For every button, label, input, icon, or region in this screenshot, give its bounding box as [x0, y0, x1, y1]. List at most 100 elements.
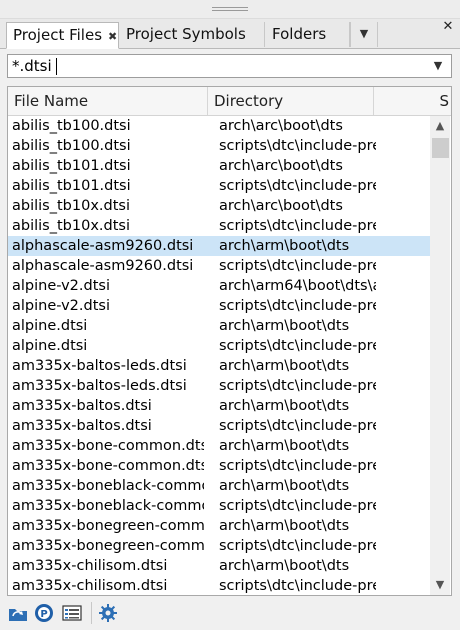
table-row[interactable]: am335x-bonegreen-common.dtsi scripts\dtc\…: [8, 536, 430, 556]
table-row[interactable]: am335x-bonegreen-common.dtsi arch\arm\boo…: [8, 516, 430, 536]
file-name-cell: abilis_tb10x.dtsi: [12, 218, 130, 234]
table-row[interactable]: abilis_tb101.dtsi scripts\dtc\include-pre…: [8, 176, 430, 196]
file-name-cell: am335x-baltos-leds.dtsi: [12, 358, 187, 374]
file-name-cell: am335x-boneblack-common.dtsi: [12, 498, 204, 514]
directory-cell: scripts\dtc\include-prefixes: [219, 138, 376, 154]
tab-label: Project Files: [13, 26, 103, 44]
scroll-up-arrow-icon[interactable]: ▲: [430, 116, 450, 136]
file-name-cell: alpine-v2.dtsi: [12, 278, 110, 294]
directory-cell: scripts\dtc\include-prefixes: [219, 178, 376, 194]
file-name-cell: am335x-baltos.dtsi: [12, 418, 152, 434]
directory-cell: scripts\dtc\include-prefixes: [219, 458, 376, 474]
column-header-file-name[interactable]: File Name: [8, 87, 208, 115]
directory-cell: arch\arm64\boot\dts\al: [219, 278, 376, 294]
file-name-cell: am335x-baltos-leds.dtsi: [12, 378, 187, 394]
file-name-cell: am335x-bonegreen-common.dtsi: [12, 518, 204, 534]
directory-cell: scripts\dtc\include-prefixes: [219, 338, 376, 354]
folder-sync-icon[interactable]: [7, 602, 29, 624]
directory-cell: arch\arm\boot\dts: [219, 518, 350, 534]
table-row[interactable]: am335x-chilisom.dtsi arch\arm\boot\dts: [8, 556, 430, 576]
directory-cell: arch\arm\boot\dts: [219, 478, 350, 494]
scroll-down-arrow-icon[interactable]: ▼: [430, 575, 450, 595]
table-row[interactable]: am335x-baltos.dtsi scripts\dtc\include-pr…: [8, 416, 430, 436]
tab-project-files[interactable]: Project Files ✖: [6, 22, 119, 49]
file-name-cell: am335x-boneblack-common.dtsi: [12, 478, 204, 494]
svg-text:P: P: [40, 609, 47, 620]
table-row[interactable]: abilis_tb101.dtsi arch\arc\boot\dts: [8, 156, 430, 176]
tab-overflow-chevron-icon[interactable]: ▼: [350, 22, 378, 47]
table-row[interactable]: alpine-v2.dtsi arch\arm64\boot\dts\al: [8, 276, 430, 296]
directory-cell: arch\arm\boot\dts: [219, 438, 350, 454]
table-row[interactable]: alpine.dtsi arch\arm\boot\dts: [8, 316, 430, 336]
bottom-toolbar: P: [0, 598, 460, 630]
directory-cell: arch\arc\boot\dts: [219, 158, 343, 174]
directory-cell: arch\arc\boot\dts: [219, 118, 343, 134]
scrollbar-thumb[interactable]: [432, 138, 449, 158]
directory-cell: scripts\dtc\include-prefixes: [219, 378, 376, 394]
directory-cell: scripts\dtc\include-prefixes: [219, 298, 376, 314]
file-name-cell: abilis_tb101.dtsi: [12, 178, 131, 194]
table-row[interactable]: am335x-chilisom.dtsi scripts\dtc\include-…: [8, 576, 430, 595]
file-name-cell: alpine-v2.dtsi: [12, 298, 110, 314]
table-row[interactable]: am335x-baltos.dtsi arch\arm\boot\dts: [8, 396, 430, 416]
table-row[interactable]: abilis_tb10x.dtsi arch\arc\boot\dts: [8, 196, 430, 216]
directory-cell: scripts\dtc\include-prefixes: [219, 418, 376, 434]
table-row[interactable]: abilis_tb10x.dtsi scripts\dtc\include-pre…: [8, 216, 430, 236]
table-row[interactable]: alpine-v2.dtsi scripts\dtc\include-prefix…: [8, 296, 430, 316]
directory-cell: arch\arm\boot\dts: [219, 238, 350, 254]
list-rows: abilis_tb100.dtsi arch\arc\boot\dts abilis…: [8, 116, 430, 595]
column-header-directory[interactable]: Directory: [208, 87, 374, 115]
table-row[interactable]: am335x-bone-common.dtsi arch\arm\boot\dts: [8, 436, 430, 456]
file-name-cell: abilis_tb100.dtsi: [12, 118, 131, 134]
toolbar-separator: [91, 602, 92, 624]
table-row[interactable]: alphascale-asm9260.dtsi scripts\dtc\inclu…: [8, 256, 430, 276]
tab-folders[interactable]: Folders: [266, 22, 350, 47]
directory-cell: scripts\dtc\include-prefixes: [219, 258, 376, 274]
table-row[interactable]: alpine.dtsi scripts\dtc\include-prefixes: [8, 336, 430, 356]
tab-label: Project Symbols: [126, 25, 246, 43]
table-row[interactable]: am335x-bone-common.dtsi scripts\dtc\inclu…: [8, 456, 430, 476]
column-header-size[interactable]: S: [374, 87, 451, 115]
directory-cell: scripts\dtc\include-prefixes: [219, 538, 376, 554]
file-name-cell: alphascale-asm9260.dtsi: [12, 258, 194, 274]
directory-cell: scripts\dtc\include-prefixes: [219, 578, 376, 594]
table-row[interactable]: alphascale-asm9260.dtsi arch\arm\boot\dts: [8, 236, 430, 256]
file-name-cell: alpine.dtsi: [12, 338, 88, 354]
chevron-down-icon[interactable]: ▼: [428, 57, 448, 75]
panel-tab-bar: Project Files ✖ Project Symbols Folders ▼: [0, 19, 460, 49]
directory-cell: arch\arc\boot\dts: [219, 198, 343, 214]
table-row[interactable]: am335x-boneblack-common.dtsi scripts\dtc\…: [8, 496, 430, 516]
file-name-cell: alpine.dtsi: [12, 318, 88, 334]
file-name-cell: abilis_tb101.dtsi: [12, 158, 131, 174]
table-row[interactable]: am335x-baltos-leds.dtsi scripts\dtc\inclu…: [8, 376, 430, 396]
table-row[interactable]: abilis_tb100.dtsi arch\arc\boot\dts: [8, 116, 430, 136]
directory-cell: arch\arm\boot\dts: [219, 558, 350, 574]
file-filter-input[interactable]: [12, 56, 422, 76]
directory-cell: arch\arm\boot\dts: [219, 398, 350, 414]
tab-label: Folders: [272, 25, 327, 43]
table-row[interactable]: abilis_tb100.dtsi scripts\dtc\include-pre…: [8, 136, 430, 156]
file-name-cell: am335x-bonegreen-common.dtsi: [12, 538, 204, 554]
directory-cell: arch\arm\boot\dts: [219, 358, 350, 374]
table-row[interactable]: am335x-baltos-leds.dtsi arch\arm\boot\dts: [8, 356, 430, 376]
vertical-scrollbar[interactable]: ▲ ▼: [430, 116, 450, 595]
file-name-cell: am335x-chilisom.dtsi: [12, 558, 168, 574]
project-files-list[interactable]: File Name Directory S abilis_tb100.dtsi a…: [7, 86, 452, 596]
project-p-icon[interactable]: P: [33, 602, 55, 624]
settings-gear-icon[interactable]: [97, 602, 119, 624]
file-name-cell: am335x-baltos.dtsi: [12, 398, 152, 414]
file-list-icon[interactable]: [61, 602, 83, 624]
tab-project-symbols[interactable]: Project Symbols: [120, 22, 265, 47]
file-name-cell: am335x-bone-common.dtsi: [12, 458, 204, 474]
close-panel-icon[interactable]: ✕: [440, 20, 456, 34]
file-name-cell: abilis_tb10x.dtsi: [12, 198, 130, 214]
file-name-cell: alphascale-asm9260.dtsi: [12, 238, 194, 254]
table-row[interactable]: am335x-boneblack-common.dtsi arch\arm\boo…: [8, 476, 430, 496]
directory-cell: scripts\dtc\include-prefixes: [219, 498, 376, 514]
directory-cell: arch\arm\boot\dts: [219, 318, 350, 334]
close-tab-icon[interactable]: ✖: [108, 30, 117, 43]
panel-drag-grip[interactable]: [0, 0, 460, 19]
directory-cell: scripts\dtc\include-prefixes: [219, 218, 376, 234]
file-filter-combobox[interactable]: ▼: [7, 54, 452, 78]
list-header: File Name Directory S: [8, 87, 451, 116]
